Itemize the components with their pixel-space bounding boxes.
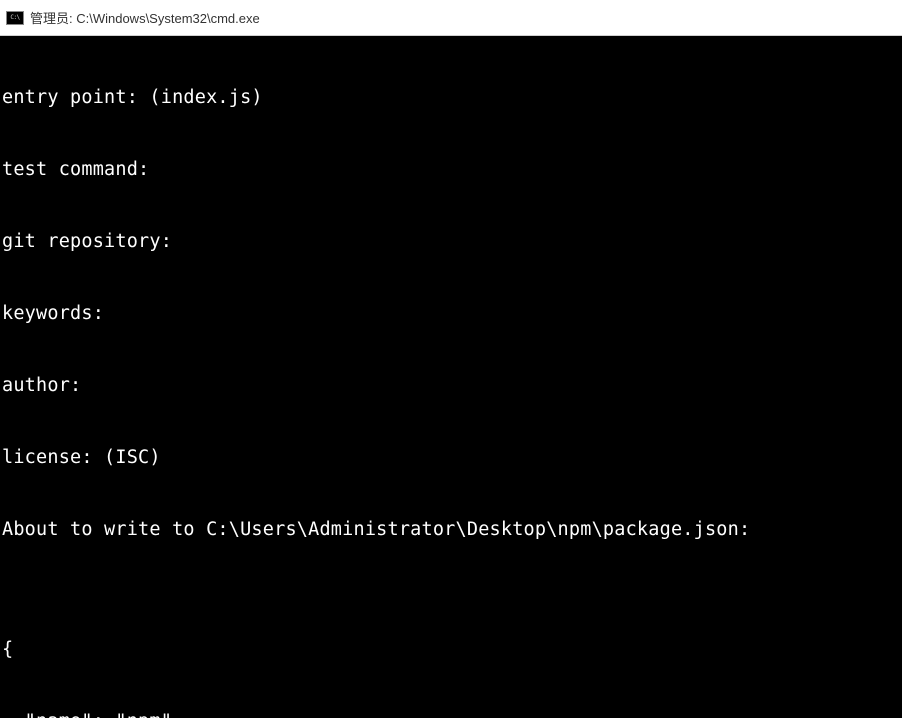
window-title: 管理员: C:\Windows\System32\cmd.exe [30, 8, 260, 27]
terminal-line: About to write to C:\Users\Administrator… [2, 518, 900, 542]
terminal-line: test command: [2, 158, 900, 182]
cmd-window: 管理员: C:\Windows\System32\cmd.exe entry p… [0, 0, 902, 718]
terminal-line: license: (ISC) [2, 446, 900, 470]
terminal-line: entry point: (index.js) [2, 86, 900, 110]
title-bar[interactable]: 管理员: C:\Windows\System32\cmd.exe [0, 0, 902, 36]
terminal-line: keywords: [2, 302, 900, 326]
terminal-output[interactable]: entry point: (index.js) test command: gi… [0, 36, 902, 718]
terminal-line: "name": "npm", [2, 710, 900, 718]
terminal-line: git repository: [2, 230, 900, 254]
cmd-icon [6, 11, 24, 25]
terminal-line: { [2, 638, 900, 662]
terminal-line: author: [2, 374, 900, 398]
